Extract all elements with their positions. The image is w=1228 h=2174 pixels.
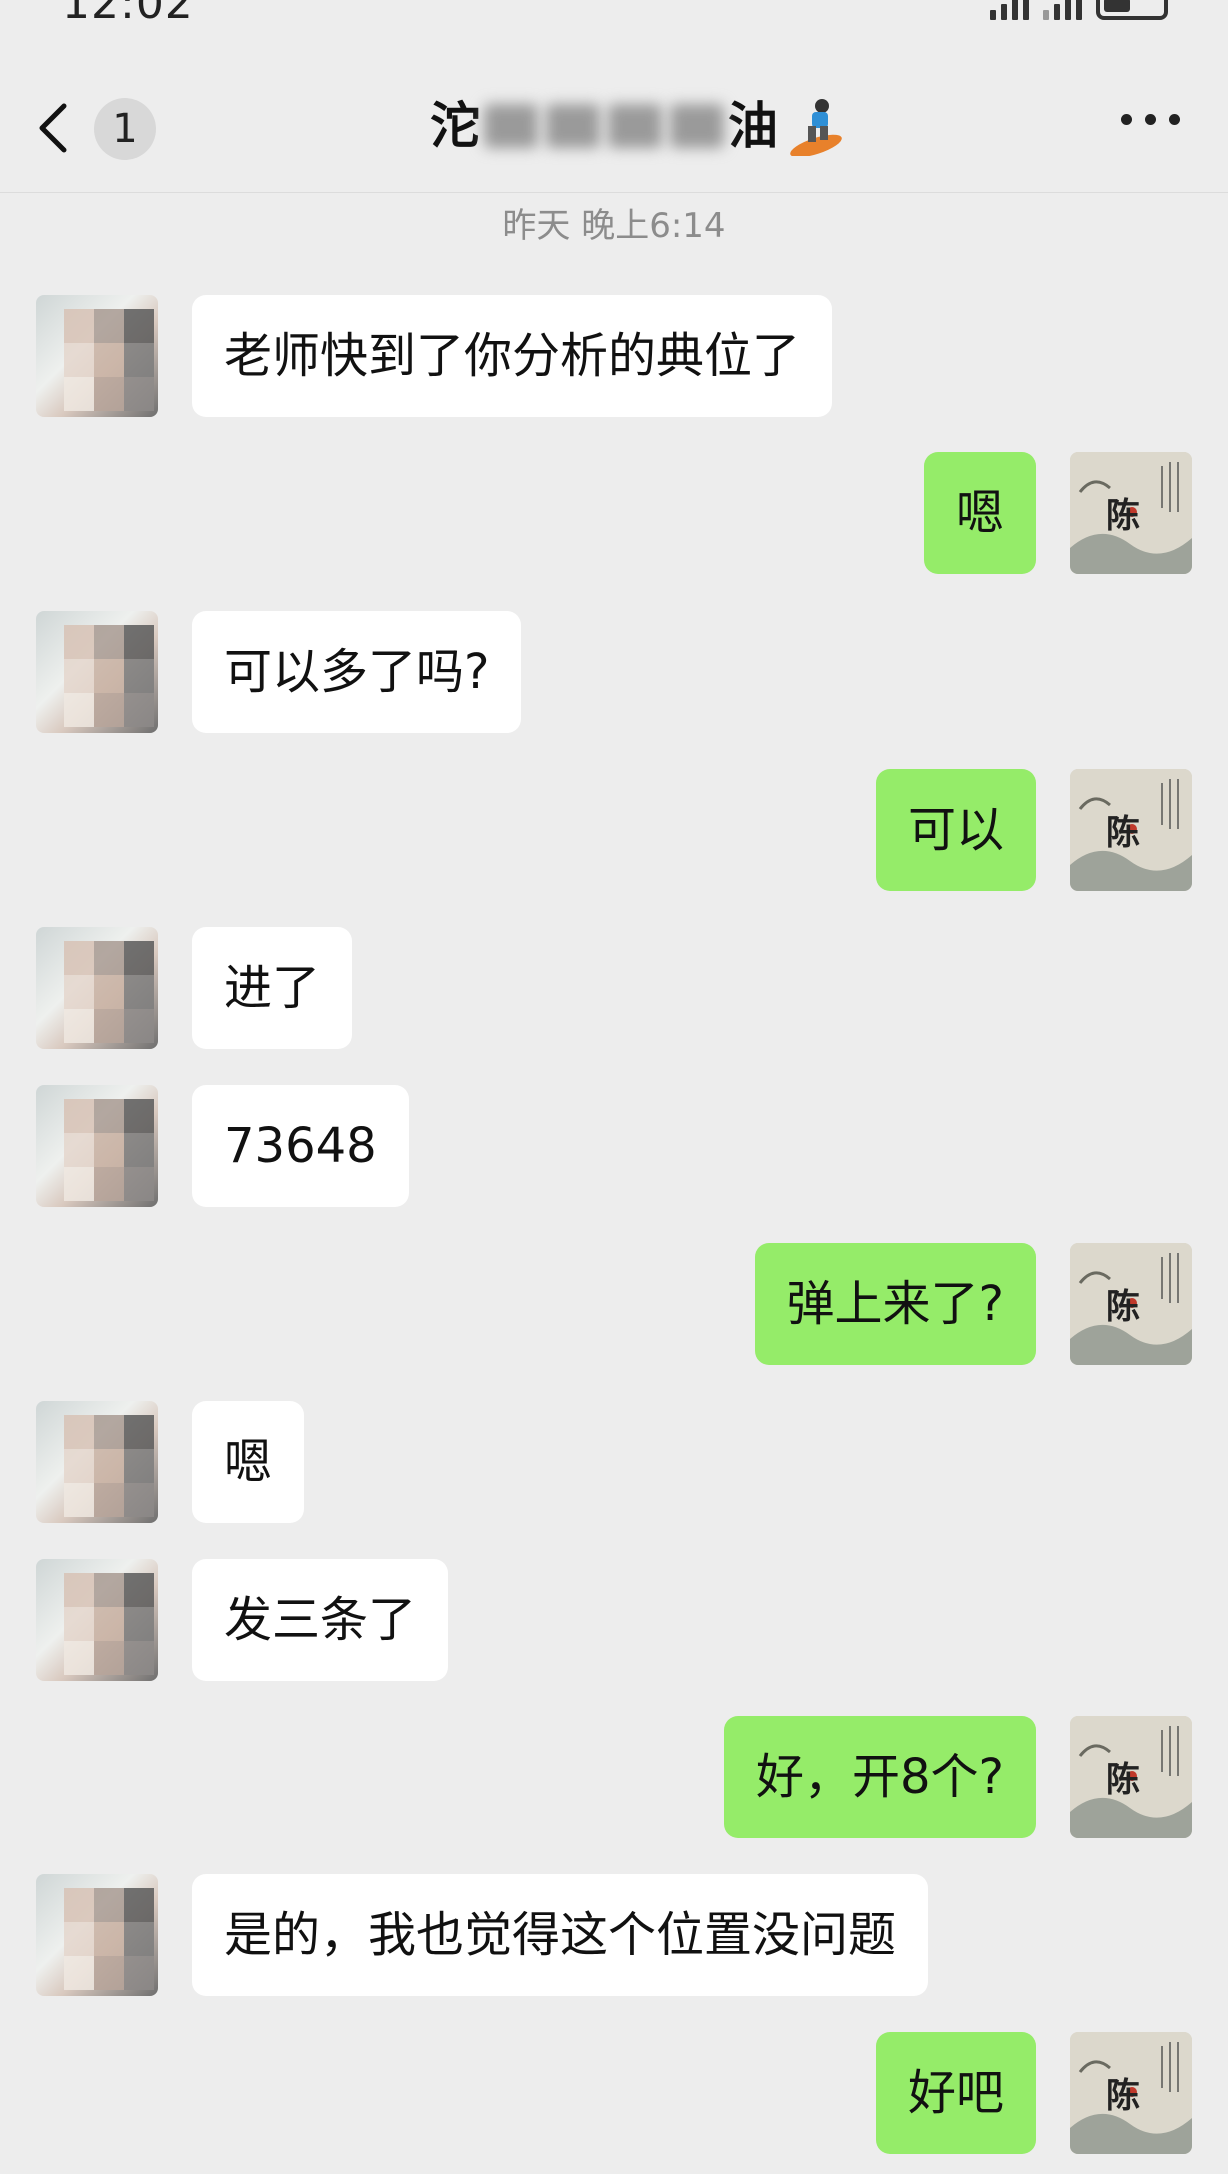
status-icons xyxy=(990,0,1168,20)
status-bar: 12:02 xyxy=(0,0,1228,30)
blurred-name xyxy=(608,104,662,148)
blurred-name xyxy=(484,104,538,148)
chevron-left-icon xyxy=(39,103,67,153)
chat-header: 1 沱 油 xyxy=(0,60,1228,193)
avatar[interactable]: 陈 xyxy=(1070,1243,1192,1365)
avatar[interactable] xyxy=(36,1085,158,1207)
signal-icon-2 xyxy=(1043,0,1082,20)
more-button[interactable] xyxy=(1121,114,1180,125)
blurred-name xyxy=(546,104,600,148)
message-bubble-sent[interactable]: 好吧 xyxy=(875,2032,1036,2154)
message-bubble-received[interactable]: 老师快到了你分析的典位了 xyxy=(192,295,833,417)
avatar[interactable] xyxy=(36,1874,158,1996)
blurred-name xyxy=(670,104,724,148)
avatar-glyph: 陈 xyxy=(1106,813,1140,853)
message-bubble-received[interactable]: 是的，我也觉得这个位置没问题 xyxy=(192,1874,929,1996)
status-time: 12:02 xyxy=(62,0,194,29)
avatar-glyph: 陈 xyxy=(1106,1287,1140,1327)
avatar[interactable]: 陈 xyxy=(1070,2032,1192,2154)
avatar[interactable] xyxy=(36,927,158,1049)
title-start: 沱 xyxy=(430,97,480,155)
message-bubble-received[interactable]: 73648 xyxy=(192,1085,409,1207)
avatar-glyph: 陈 xyxy=(1106,1760,1140,1800)
message-bubble-received[interactable]: 进了 xyxy=(192,927,353,1049)
title-end: 油 xyxy=(728,97,778,155)
avatar[interactable] xyxy=(36,1559,158,1681)
message-bubble-sent[interactable]: 好，开8个? xyxy=(723,1716,1036,1838)
message-bubble-sent[interactable]: 嗯 xyxy=(923,452,1036,574)
message-bubble-sent[interactable]: 可以 xyxy=(875,769,1036,891)
avatar-glyph: 陈 xyxy=(1106,496,1140,536)
unread-badge: 1 xyxy=(94,98,156,160)
avatar[interactable] xyxy=(36,295,158,417)
message-bubble-received[interactable]: 发三条了 xyxy=(192,1559,449,1681)
avatar[interactable] xyxy=(36,611,158,733)
snowboarder-icon xyxy=(790,99,842,156)
back-button[interactable] xyxy=(30,100,80,156)
message-timestamp: 昨天 晚上6:14 xyxy=(502,206,726,246)
avatar[interactable]: 陈 xyxy=(1070,1716,1192,1838)
signal-icon xyxy=(990,0,1029,20)
avatar-glyph: 陈 xyxy=(1106,2076,1140,2116)
chat-title[interactable]: 沱 油 xyxy=(430,90,846,162)
message-bubble-received[interactable]: 嗯 xyxy=(192,1401,305,1523)
message-bubble-sent[interactable]: 弹上来了? xyxy=(754,1243,1036,1365)
message-bubble-received[interactable]: 可以多了吗? xyxy=(192,611,522,733)
battery-icon xyxy=(1096,0,1168,20)
avatar[interactable]: 陈 xyxy=(1070,769,1192,891)
more-dots-icon xyxy=(1121,114,1132,125)
avatar[interactable]: 陈 xyxy=(1070,452,1192,574)
avatar[interactable] xyxy=(36,1401,158,1523)
